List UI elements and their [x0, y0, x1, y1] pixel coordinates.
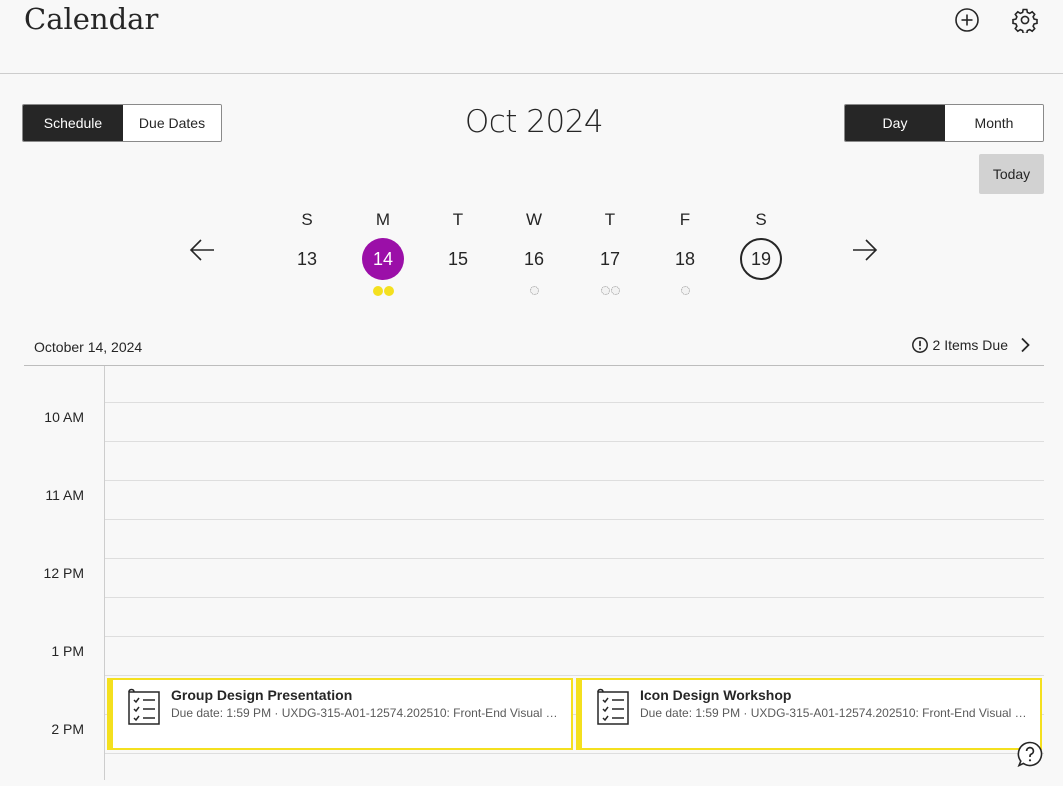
day-column-wed: W 16 [508, 208, 560, 296]
range-toggle: Day Month [844, 104, 1044, 142]
hour-line [105, 519, 1044, 520]
gear-icon [1012, 8, 1038, 33]
event-dots [735, 286, 787, 296]
day-number[interactable]: 13 [286, 238, 328, 280]
selected-date-header: October 14, 2024 2 Items Due [24, 327, 1044, 366]
event-dot [529, 286, 539, 295]
event-course: UXDG-315-A01-12574.202510: Front-End Vis… [750, 706, 1030, 720]
time-gutter [104, 366, 105, 780]
page-title: Calendar [24, 2, 159, 36]
day-number[interactable]: 15 [437, 238, 479, 280]
month-title: Oct 2024 [464, 104, 604, 140]
day-view-button[interactable]: Day [845, 105, 945, 141]
day-column-thu: T 17 [584, 208, 636, 296]
day-number[interactable]: 16 [513, 238, 555, 280]
event-card[interactable]: Icon Design Workshop Due date: 1:59 PM ·… [576, 678, 1042, 750]
day-letter: W [525, 210, 543, 229]
event-meta: Due date: 1:59 PM · UXDG-315-A01-12574.2… [171, 706, 561, 720]
due-dot [383, 286, 394, 296]
day-letter: S [755, 210, 767, 229]
time-label: 11 AM [45, 487, 84, 503]
event-dots [281, 286, 333, 296]
event-dot [600, 286, 610, 295]
half-hour-line [105, 480, 1044, 481]
day-column-sun: S 13 [281, 208, 333, 296]
view-toggle: Schedule Due Dates [22, 104, 222, 142]
hour-line [105, 675, 1044, 676]
chevron-right-icon [1021, 337, 1030, 353]
day-letter: T [452, 210, 464, 229]
hour-line [105, 597, 1044, 598]
event-title: Group Design Presentation [171, 687, 353, 703]
next-week-button[interactable] [849, 234, 881, 266]
day-column-mon: M 14 [357, 208, 409, 296]
event-dots [508, 286, 560, 296]
previous-week-button[interactable] [186, 234, 218, 266]
event-meta: Due date: 1:59 PM · UXDG-315-A01-12574.2… [640, 706, 1030, 720]
time-label: 10 AM [44, 409, 84, 425]
top-bar: Calendar [0, 0, 1063, 74]
day-letter: F [679, 210, 691, 229]
exclamation-circle-icon [911, 337, 928, 353]
day-number[interactable]: 17 [589, 238, 631, 280]
day-number-selected[interactable]: 14 [362, 238, 404, 280]
event-course: UXDG-315-A01-12574.202510: Front-End Vis… [281, 706, 561, 720]
assignment-checklist-icon [597, 688, 629, 725]
day-letter: M [375, 210, 391, 229]
add-event-button[interactable] [952, 5, 982, 35]
time-label: 1 PM [51, 643, 84, 659]
schedule-tab[interactable]: Schedule [23, 105, 123, 141]
event-card[interactable]: Group Design Presentation Due date: 1:59… [107, 678, 573, 750]
time-label: 2 PM [51, 721, 84, 737]
month-view-button[interactable]: Month [945, 105, 1043, 141]
assignment-checklist-icon [128, 688, 160, 725]
day-letter: T [604, 210, 616, 229]
event-dot [610, 286, 620, 295]
selected-date-label: October 14, 2024 [34, 339, 143, 355]
items-due-link[interactable]: 2 Items Due [911, 336, 1034, 354]
day-column-sat: S 19 [735, 208, 787, 296]
due-dates-tab[interactable]: Due Dates [123, 105, 221, 141]
event-dot [680, 286, 690, 295]
half-hour-line [105, 636, 1044, 637]
due-dot [372, 286, 383, 296]
day-number[interactable]: 18 [664, 238, 706, 280]
half-hour-line [105, 402, 1044, 403]
event-due: Due date: 1:59 PM [171, 706, 272, 720]
settings-button[interactable] [1010, 5, 1040, 35]
event-title: Icon Design Workshop [640, 687, 792, 703]
help-bubble-icon[interactable] [1016, 740, 1044, 768]
hour-line [105, 441, 1044, 442]
plus-circle-icon [955, 8, 979, 32]
day-number-today[interactable]: 19 [740, 238, 782, 280]
arrow-right-icon [853, 239, 878, 261]
items-due-label: 2 Items Due [932, 337, 1008, 353]
day-column-tue: T 15 [432, 208, 484, 296]
event-due: Due date: 1:59 PM [640, 706, 741, 720]
half-hour-line [105, 558, 1044, 559]
event-dots [659, 286, 711, 296]
event-dots [584, 286, 636, 296]
today-button[interactable]: Today [979, 154, 1044, 194]
time-label: 12 PM [43, 565, 84, 581]
day-letter: S [301, 210, 313, 229]
hour-line [105, 753, 1044, 754]
event-dots [357, 286, 409, 296]
event-dots [432, 286, 484, 296]
arrow-left-icon [189, 239, 214, 261]
day-column-fri: F 18 [659, 208, 711, 296]
